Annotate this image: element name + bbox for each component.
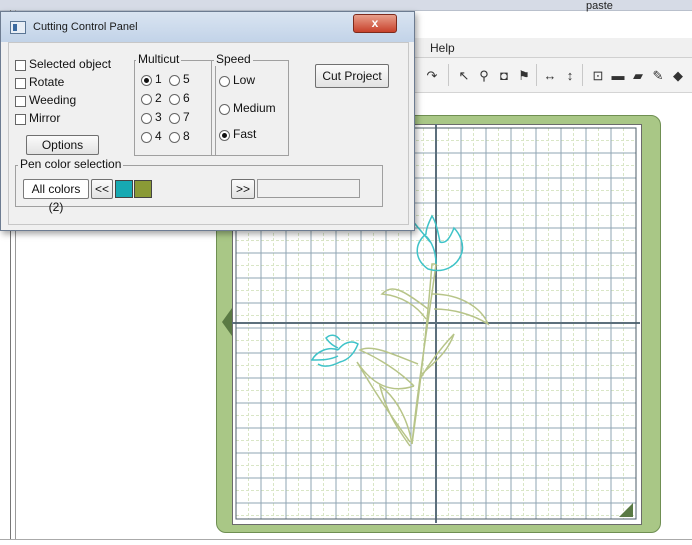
lasso-icon[interactable]: ⚲: [476, 68, 492, 84]
speed-medium-radio[interactable]: [219, 104, 230, 115]
rotate-checkbox[interactable]: [15, 78, 26, 89]
window-icon: [10, 21, 26, 34]
speed-low-radio[interactable]: [219, 76, 230, 87]
pen-icon[interactable]: ✎: [650, 68, 666, 84]
multicut-2-radio[interactable]: [141, 94, 152, 105]
multicut-5-radio[interactable]: [169, 75, 180, 86]
dialog-titlebar[interactable]: Cutting Control Panel x: [1, 12, 414, 42]
selected-object-checkbox[interactable]: [15, 60, 26, 71]
pen-color-current[interactable]: All colors (2): [23, 179, 89, 214]
redo-icon[interactable]: ↷: [424, 68, 440, 84]
multicut-3-label: 3: [155, 110, 162, 124]
pen-color-title: Pen color selection: [18, 157, 124, 171]
options-button[interactable]: Options: [26, 135, 99, 155]
eraser-icon[interactable]: ◘: [496, 68, 512, 83]
fill-icon[interactable]: ▰: [630, 68, 646, 84]
flip-vertical-icon[interactable]: ↕: [562, 68, 578, 83]
multicut-2-label: 2: [155, 91, 162, 105]
weeding-checkbox[interactable]: [15, 96, 26, 107]
pointer-icon[interactable]: ↖: [456, 68, 472, 84]
dialog-title: Cutting Control Panel: [33, 21, 138, 33]
mat-load-arrow-icon: [222, 308, 232, 336]
speed-title: Speed: [214, 52, 253, 66]
multicut-3-radio[interactable]: [141, 113, 152, 124]
group-icon[interactable]: ⊡: [590, 68, 606, 84]
cut-project-button[interactable]: Cut Project: [315, 64, 389, 88]
speed-fast-label: Fast: [233, 127, 257, 141]
close-button[interactable]: x: [353, 14, 397, 33]
pen-color-next-button[interactable]: >>: [231, 179, 255, 199]
tool-icon[interactable]: ◆: [670, 68, 686, 84]
multicut-1-label: 1: [155, 72, 162, 86]
multicut-6-label: 6: [183, 91, 190, 105]
cutting-control-panel-dialog: Cutting Control Panel x Selected object …: [0, 11, 415, 231]
workspace-bottom-edge: [0, 539, 692, 540]
rotate-label: Rotate: [29, 75, 65, 89]
speed-medium-label: Medium: [233, 101, 276, 115]
multicut-4-label: 4: [155, 129, 162, 143]
multicut-5-label: 5: [183, 72, 190, 86]
speed-low-label: Low: [233, 73, 256, 87]
toolbar-separator: [582, 64, 583, 86]
weeding-label: Weeding: [29, 93, 77, 107]
multicut-title: Multicut: [136, 52, 182, 66]
toolbar-separator: [536, 64, 537, 86]
rectangle-icon[interactable]: ▬: [610, 68, 626, 83]
pen-color-prev-button[interactable]: <<: [91, 179, 113, 199]
dialog-client-area: Selected object Rotate Weeding Mirror Op…: [8, 42, 409, 225]
pen-color-preview-field: [257, 179, 360, 198]
tulip-stems-leaves: [356, 263, 490, 447]
mirror-label: Mirror: [29, 111, 61, 125]
mat-corner-icon: [619, 503, 633, 517]
flip-horizontal-icon[interactable]: ↔: [542, 68, 558, 83]
tulip-design[interactable]: [310, 214, 490, 447]
multicut-6-radio[interactable]: [169, 94, 180, 105]
speed-fast-radio[interactable]: [219, 130, 230, 141]
selected-object-label: Selected object: [29, 57, 112, 71]
multicut-8-radio[interactable]: [169, 132, 180, 143]
paste-label[interactable]: paste: [586, 0, 613, 12]
pen-color-swatch[interactable]: [115, 180, 133, 198]
node-icon[interactable]: ⚑: [516, 68, 532, 84]
multicut-7-radio[interactable]: [169, 113, 180, 124]
multicut-8-label: 8: [183, 129, 190, 143]
menu-help[interactable]: Help: [430, 41, 455, 55]
pen-color-swatch[interactable]: [134, 180, 152, 198]
multicut-4-radio[interactable]: [141, 132, 152, 143]
mirror-checkbox[interactable]: [15, 114, 26, 125]
multicut-1-radio[interactable]: [141, 75, 152, 86]
multicut-7-label: 7: [183, 110, 190, 124]
toolbar-separator: [448, 64, 449, 86]
